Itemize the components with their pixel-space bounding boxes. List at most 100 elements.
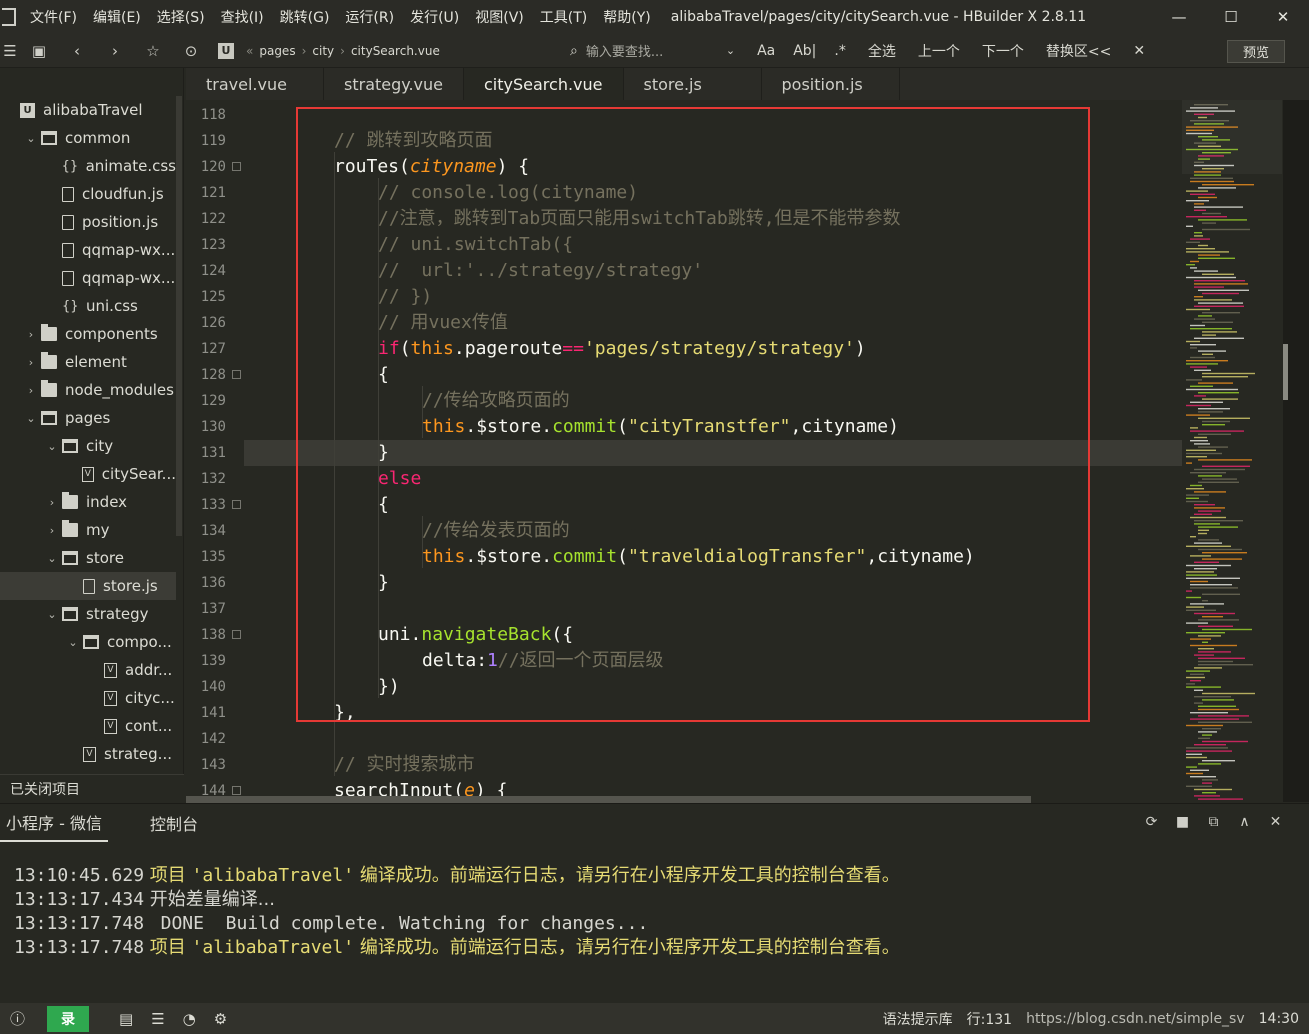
tab-citysearch-vue[interactable]: citySearch.vue bbox=[464, 68, 624, 100]
tab-strategy-vue[interactable]: strategy.vue bbox=[324, 68, 464, 100]
chevron-down-icon[interactable]: ⌄ bbox=[726, 44, 735, 57]
tab-store-js[interactable]: store.js bbox=[624, 68, 762, 100]
save-icon[interactable]: ▣ bbox=[20, 42, 58, 60]
menu-goto[interactable]: 跳转(G) bbox=[280, 7, 330, 27]
chevron-right-icon[interactable]: › bbox=[25, 384, 37, 397]
tree-item[interactable]: {} uni.css bbox=[0, 292, 176, 320]
chat-icon[interactable]: ◔ bbox=[183, 1010, 196, 1028]
match-case-toggle[interactable]: Aa bbox=[757, 43, 775, 59]
menu-run[interactable]: 运行(R) bbox=[345, 7, 394, 27]
editor-horizontal-scrollbar[interactable] bbox=[186, 796, 1031, 803]
fold-toggle-icon[interactable] bbox=[232, 500, 241, 509]
menu-edit[interactable]: 编辑(E) bbox=[93, 7, 141, 27]
menu-view[interactable]: 视图(V) bbox=[475, 7, 524, 27]
forward-icon[interactable]: › bbox=[96, 42, 134, 60]
code-editor[interactable]: 118 119 120 121 122 123 124 125 126 127 128 129 130 1… bbox=[186, 100, 1282, 802]
fold-toggle-icon[interactable] bbox=[232, 162, 241, 171]
tree-item[interactable]: › index bbox=[0, 488, 176, 516]
menu-find[interactable]: 查找(I) bbox=[221, 7, 264, 27]
tree-item[interactable]: ⌄ city bbox=[0, 432, 176, 460]
tree-item[interactable]: ⌄ strategy bbox=[0, 600, 176, 628]
fold-toggle-icon[interactable] bbox=[232, 630, 241, 639]
info-icon[interactable]: ⓘ bbox=[10, 1008, 25, 1029]
login-button[interactable]: 录 bbox=[47, 1005, 90, 1032]
restart-icon[interactable]: ⟳ bbox=[1136, 814, 1167, 830]
cursor-position[interactable]: 行:131 bbox=[967, 1009, 1012, 1029]
tab-wechat-miniprogram[interactable]: 小程序 - 微信 bbox=[0, 804, 108, 842]
puzzle-icon[interactable]: ⚙ bbox=[214, 1010, 227, 1028]
sidebar-toggle-icon[interactable]: ☰ bbox=[0, 42, 20, 60]
android-icon[interactable]: ▤ bbox=[119, 1010, 133, 1028]
find-input[interactable]: 输入要查找... bbox=[586, 41, 726, 60]
fold-toggle-icon[interactable] bbox=[232, 370, 241, 379]
minimap-viewport[interactable] bbox=[1182, 100, 1282, 174]
tab-console[interactable]: 控制台 bbox=[144, 804, 204, 842]
tree-item[interactable]: ⌄ common bbox=[0, 124, 176, 152]
tree-item[interactable]: cloudfun.js bbox=[0, 180, 176, 208]
find-prev-button[interactable]: 上一个 bbox=[918, 41, 960, 61]
chevron-down-icon[interactable]: ⌄ bbox=[46, 440, 58, 453]
menu-help[interactable]: 帮助(Y) bbox=[603, 7, 650, 27]
tab-travel-vue[interactable]: travel.vue bbox=[186, 68, 324, 100]
list-icon[interactable]: ☰ bbox=[151, 1010, 164, 1028]
clear-console-icon[interactable]: ✕ bbox=[1260, 814, 1291, 830]
tree-item[interactable]: ⌄ pages bbox=[0, 404, 176, 432]
menu-tools[interactable]: 工具(T) bbox=[540, 7, 587, 27]
menu-select[interactable]: 选择(S) bbox=[157, 7, 205, 27]
tree-item[interactable]: store.js bbox=[0, 572, 176, 600]
star-icon[interactable]: ☆ bbox=[134, 42, 172, 60]
menu-publish[interactable]: 发行(U) bbox=[410, 7, 459, 27]
tree-item[interactable]: › node_modules bbox=[0, 376, 176, 404]
tree-item[interactable]: › my bbox=[0, 516, 176, 544]
breadcrumb-file[interactable]: citySearch.vue bbox=[351, 44, 440, 58]
breadcrumb-city[interactable]: city bbox=[312, 44, 334, 58]
stop-icon[interactable]: ■ bbox=[1167, 814, 1198, 830]
find-next-button[interactable]: 下一个 bbox=[982, 41, 1024, 61]
tree-item[interactable]: › element bbox=[0, 348, 176, 376]
regex-toggle[interactable]: .* bbox=[834, 43, 845, 59]
select-all-button[interactable]: 全选 bbox=[868, 41, 896, 61]
syntax-hint-library[interactable]: 语法提示库 bbox=[883, 1009, 953, 1029]
chevron-down-icon[interactable]: ⌄ bbox=[25, 412, 37, 425]
minimap[interactable] bbox=[1182, 100, 1282, 802]
fold-toggle-icon[interactable] bbox=[232, 786, 241, 795]
chevron-down-icon[interactable]: ⌄ bbox=[46, 608, 58, 621]
tree-item[interactable]: › components bbox=[0, 320, 176, 348]
chevron-down-icon[interactable]: ⌄ bbox=[46, 552, 58, 565]
tree-item[interactable]: Vstrateg... bbox=[0, 740, 176, 768]
breadcrumb-pages[interactable]: pages bbox=[259, 44, 295, 58]
tree-item[interactable]: qqmap-wx... bbox=[0, 236, 176, 264]
scrollbar-thumb[interactable] bbox=[1283, 344, 1288, 400]
sidebar-scrollbar[interactable] bbox=[176, 96, 182, 536]
tree-item[interactable]: ⌄ store bbox=[0, 544, 176, 572]
chevron-right-icon[interactable]: › bbox=[25, 356, 37, 369]
find-close-icon[interactable]: ✕ bbox=[1133, 43, 1145, 59]
chevron-down-icon[interactable]: ⌄ bbox=[67, 636, 79, 649]
editor-vertical-scrollbar[interactable] bbox=[1283, 100, 1309, 802]
maximize-icon[interactable]: ☐ bbox=[1205, 0, 1257, 34]
tree-item[interactable]: position.js bbox=[0, 208, 176, 236]
menu-file[interactable]: 文件(F) bbox=[30, 7, 77, 27]
whole-word-toggle[interactable]: Ab| bbox=[793, 43, 816, 59]
tree-item[interactable]: VcitySear... bbox=[0, 460, 176, 488]
replace-toggle-button[interactable]: 替换区<< bbox=[1046, 41, 1111, 61]
open-external-icon[interactable]: ⧉ bbox=[1198, 814, 1229, 830]
closed-projects-label[interactable]: 已关闭项目 bbox=[0, 774, 184, 802]
chevron-right-icon[interactable]: › bbox=[46, 524, 58, 537]
chevron-right-icon[interactable]: › bbox=[46, 496, 58, 509]
tree-item[interactable]: Vaddr... bbox=[0, 656, 176, 684]
tree-item[interactable]: UalibabaTravel bbox=[0, 96, 176, 124]
minimize-icon[interactable]: — bbox=[1153, 0, 1205, 34]
preview-button[interactable]: 预览 bbox=[1227, 40, 1285, 63]
tree-item[interactable]: {} animate.css bbox=[0, 152, 176, 180]
chevron-right-icon[interactable]: › bbox=[25, 328, 37, 341]
tab-position-js[interactable]: position.js bbox=[762, 68, 900, 100]
tree-item[interactable]: Vcont... bbox=[0, 712, 176, 740]
tree-item[interactable]: ⌄ compo... bbox=[0, 628, 176, 656]
chevron-down-icon[interactable]: ⌄ bbox=[25, 132, 37, 145]
back-icon[interactable]: ‹ bbox=[58, 42, 96, 60]
run-icon[interactable]: ⊙ bbox=[172, 42, 210, 60]
tree-item[interactable]: qqmap-wx... bbox=[0, 264, 176, 292]
close-icon[interactable]: ✕ bbox=[1257, 0, 1309, 34]
tree-item[interactable]: Vcityc... bbox=[0, 684, 176, 712]
